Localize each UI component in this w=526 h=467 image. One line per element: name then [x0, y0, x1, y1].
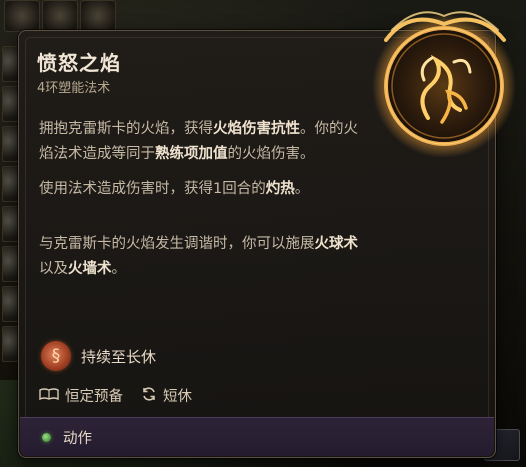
- fire-spell-emblem-icon: [372, 11, 516, 158]
- description-text: 以及: [39, 261, 68, 277]
- flame-swirl-icon: §: [41, 341, 71, 371]
- inventory-slot[interactable]: [2, 326, 19, 362]
- spell-description: 拥抱克雷斯卡的火焰，获得火焰伤害抗性。你的火焰法术造成等同于熟练项加值的火焰伤害…: [39, 117, 369, 292]
- description-paragraph: 与克雷斯卡的火焰发生调谐时，你可以施展火球术以及火墙术。: [39, 232, 369, 282]
- inventory-slot[interactable]: [2, 166, 19, 202]
- book-icon: [39, 387, 59, 405]
- inventory-slot[interactable]: [2, 126, 19, 162]
- keyword-term[interactable]: 火焰伤害抗性: [213, 121, 300, 137]
- keyword-term[interactable]: 灼热: [266, 181, 295, 197]
- inventory-slot[interactable]: [80, 0, 116, 32]
- inventory-slot[interactable]: [2, 206, 19, 242]
- inventory-slot[interactable]: [2, 46, 19, 82]
- inventory-slot[interactable]: [4, 0, 40, 32]
- meta-label: 恒定预备: [65, 389, 123, 405]
- inventory-slot[interactable]: [2, 246, 19, 282]
- inventory-slot[interactable]: [2, 86, 19, 122]
- description-paragraph: 使用法术造成伤害时，获得1回合的灼热。: [39, 177, 369, 202]
- refresh-icon: [141, 386, 157, 406]
- duration-row: § 持续至长休: [41, 341, 156, 371]
- action-type-label: 动作: [63, 430, 92, 447]
- keyword-term[interactable]: 火墙术: [68, 261, 112, 277]
- spell-level-school: 4环塑能法术: [37, 81, 111, 96]
- spell-meta-row: 恒定预备 短休: [39, 385, 192, 406]
- action-dot-icon: [42, 432, 51, 442]
- spell-title: 愤怒之焰: [37, 51, 121, 75]
- keyword-term[interactable]: 熟练项加值: [155, 146, 228, 162]
- inventory-slot[interactable]: [42, 0, 78, 32]
- meta-short-rest: 短休: [141, 385, 192, 406]
- description-text: 使用法术造成伤害时，获得1回合的: [39, 181, 266, 197]
- meta-always-prepared: 恒定预备: [39, 385, 123, 406]
- keyword-term[interactable]: 火球术: [315, 236, 359, 252]
- action-type-bar: 动作: [20, 417, 494, 456]
- duration-label: 持续至长休: [81, 347, 157, 366]
- meta-label: 短休: [163, 389, 192, 405]
- description-text: 与克雷斯卡的火焰发生调谐时，你可以施展: [39, 236, 315, 252]
- description-text: 。: [294, 181, 310, 197]
- description-paragraph: 拥抱克雷斯卡的火焰，获得火焰伤害抗性。你的火焰法术造成等同于熟练项加值的火焰伤害…: [39, 117, 369, 167]
- inventory-slot[interactable]: [2, 286, 19, 322]
- description-text: 。: [111, 261, 127, 277]
- description-text: 的火焰伤害。: [227, 146, 315, 162]
- description-text: 拥抱克雷斯卡的火焰，获得: [39, 121, 213, 137]
